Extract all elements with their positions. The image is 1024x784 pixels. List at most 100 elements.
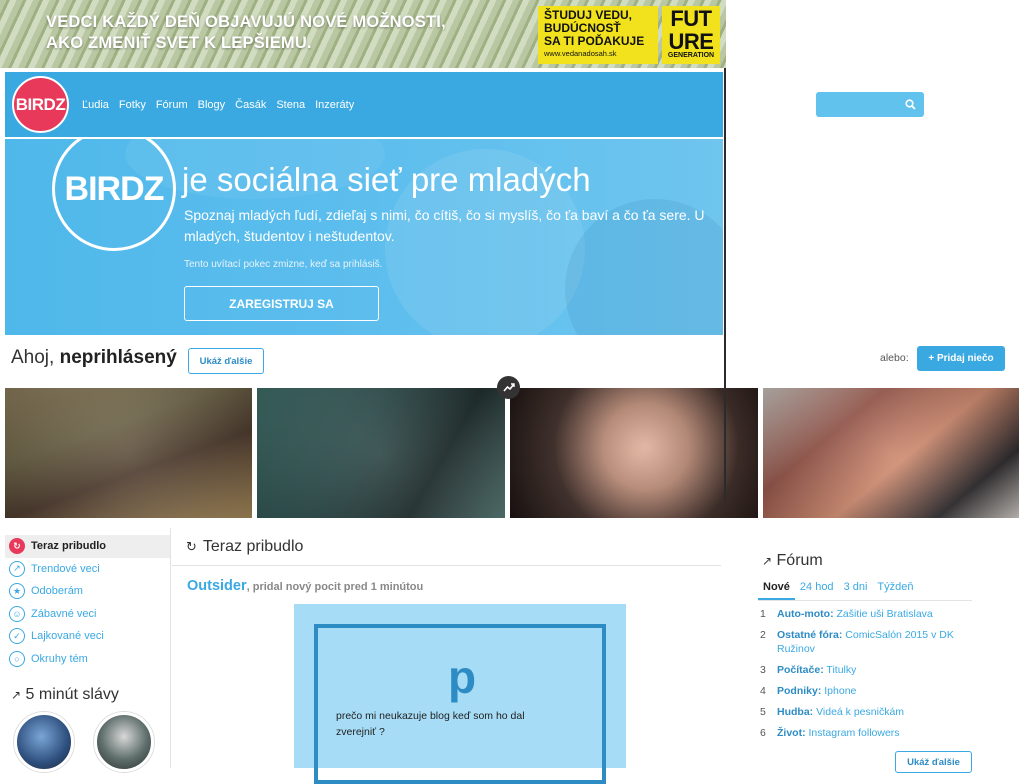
trending-icon (497, 376, 520, 399)
forum-topic-list: 1 Auto-moto: Zašitie uši Bratislava 2 Osta… (760, 607, 972, 747)
sidebar-item-label: Odoberám (31, 585, 83, 598)
ad-cta-box[interactable]: ŠTUDUJ VEDU, BUDÚCNOSŤ SA TI POĎAKUJE ww… (538, 6, 658, 64)
photo-thumbnail[interactable] (5, 388, 252, 518)
search-icon[interactable] (905, 99, 916, 110)
post-author-link[interactable]: Outsider (187, 578, 247, 594)
register-button[interactable]: ZAREGISTRUJ SA (184, 286, 379, 321)
photo-overlay (5, 388, 252, 518)
forum-topic[interactable]: 5 Hudba: Videá k pesničkám (760, 705, 972, 719)
forum-topic-title[interactable]: Instagram followers (809, 727, 900, 739)
sidebar-item-odoberam[interactable]: ★ Odoberám (5, 580, 171, 603)
avatar[interactable] (94, 712, 154, 772)
nav-fotky[interactable]: Fotky (119, 99, 146, 111)
sidebar-item-label: Teraz pribudlo (31, 540, 106, 553)
trending-icon: ↗ (9, 560, 25, 577)
circle-icon: ○ (9, 650, 25, 667)
forum-topic[interactable]: 2 Ostatné fóra: ComicSalón 2015 v DK Ruži… (760, 628, 972, 656)
future-logo-bottom: GENERATION (667, 52, 715, 59)
future-generation-logo[interactable]: FUT URE GENERATION (662, 6, 720, 64)
photo-thumbnail[interactable] (510, 388, 758, 518)
forum-topic[interactable]: 1 Auto-moto: Zašitie uši Bratislava (760, 607, 972, 621)
sidebar-item-label: Zábavné veci (31, 607, 97, 620)
forum-tabs: Nové 24 hod 3 dni Týždeň (758, 578, 972, 601)
forum-show-more-button[interactable]: Ukáž ďalšie (895, 751, 972, 773)
forum-topic-number: 6 (760, 727, 766, 739)
forum-topic-title[interactable]: Titulky (826, 664, 856, 676)
fame-title-text: 5 minút slávy (25, 686, 119, 703)
main-nav: Ľudia Fotky Fórum Blogy Časák Stena Inze… (82, 72, 354, 137)
birdz-logo[interactable]: BIRDZ (12, 76, 69, 133)
sidebar-item-teraz-pribudlo[interactable]: ↻ Teraz pribudlo (5, 535, 171, 558)
hero-note: Tento uvítací pokec zmizne, keď sa prihl… (184, 259, 383, 270)
show-more-photos-button[interactable]: Ukáž ďalšie (188, 348, 264, 374)
forum-topic-number: 3 (760, 664, 766, 676)
sidebar-item-label: Trendové veci (31, 562, 100, 575)
post-meta-text: , pridal nový pocit pred 1 minútou (246, 581, 424, 593)
ad-banner[interactable]: VEDCI KAŽDÝ DEŇ OBJAVUJÚ NOVÉ MOŽNOSTI, … (0, 0, 726, 68)
tab-24-hod[interactable]: 24 hod (795, 578, 839, 600)
forum-topic-category[interactable]: Život: (777, 727, 806, 739)
hero-title: je sociálna sieť pre mladých (182, 161, 591, 198)
nav-ludia[interactable]: Ľudia (82, 99, 109, 111)
photo-overlay (257, 388, 505, 518)
forum-topic-category[interactable]: Auto-moto: (777, 608, 834, 620)
add-something-button[interactable]: + Pridaj niečo (917, 346, 1005, 371)
forum-topic[interactable]: 4 Podniky: Iphone (760, 684, 972, 698)
forum-topic[interactable]: 3 Počítače: Titulky (760, 663, 972, 677)
nav-stena[interactable]: Stena (276, 99, 305, 111)
sidebar-divider (170, 528, 171, 768)
sidebar-item-okruhy[interactable]: ○ Okruhy tém (5, 648, 171, 671)
search-box[interactable] (816, 92, 924, 117)
smile-icon: ☺ (9, 605, 25, 622)
refresh-icon[interactable]: ↻ (186, 539, 197, 555)
forum-topic-number: 5 (760, 706, 766, 718)
tab-3-dni[interactable]: 3 dni (839, 578, 873, 600)
forum-topic-category[interactable]: Hudba: (777, 706, 813, 718)
forum-topic-category[interactable]: Ostatné fóra: (777, 629, 842, 641)
photo-thumbnail[interactable] (763, 388, 1019, 518)
forum-topic-category[interactable]: Podniky: (777, 685, 821, 697)
ad-url: www.vedanadosah.sk (544, 49, 617, 58)
avatar[interactable] (14, 712, 74, 772)
future-logo-mid: URE (668, 29, 714, 54)
post-card[interactable]: p prečo mi neukazuje blog keď som ho dal… (294, 604, 626, 784)
star-icon: ★ (9, 583, 25, 600)
top-navbar: BIRDZ Ľudia Fotky Fórum Blogy Časák Sten… (5, 72, 723, 137)
trending-icon: ↗ (762, 554, 773, 568)
hero-subtitle: Spoznaj mladých ľudí, zdieľaj s nimi, čo… (184, 207, 705, 244)
or-label: alebo: (880, 352, 909, 364)
tab-tyzden[interactable]: Týždeň (872, 578, 918, 600)
photo-overlay (763, 388, 1019, 518)
greeting-hello: Ahoj, (11, 347, 60, 368)
sidebar-item-trendove[interactable]: ↗ Trendové veci (5, 558, 171, 581)
post-meta: Outsider, pridal nový pocit pred 1 minút… (187, 578, 423, 594)
forum-topic-category[interactable]: Počítače: (777, 664, 824, 676)
photo-thumbnail[interactable] (257, 388, 505, 518)
forum-topic[interactable]: 6 Život: Instagram followers (760, 726, 972, 740)
forum-topic-title[interactable]: Videá k pesničkám (816, 706, 904, 718)
sidebar-item-lajkovane[interactable]: ✓ Lajkované veci (5, 625, 171, 648)
ad-headline: VEDCI KAŽDÝ DEŇ OBJAVUJÚ NOVÉ MOŽNOSTI, … (46, 12, 446, 54)
hero-birdz-logo: BIRDZ (52, 139, 176, 251)
feed-title: Teraz pribudlo (202, 538, 304, 555)
nav-blogy[interactable]: Blogy (198, 99, 226, 111)
nav-casak[interactable]: Časák (235, 99, 266, 111)
frame-divider (724, 68, 726, 502)
nav-forum[interactable]: Fórum (156, 99, 188, 111)
post-text: prečo mi neukazuje blog keď som ho dal z… (336, 710, 525, 738)
tab-nove[interactable]: Nové (758, 578, 795, 600)
ad-headline-line2: AKO ZMENIŤ SVET K LEPŠIEMU. (46, 34, 312, 52)
greeting-username: neprihlásený (59, 347, 177, 368)
post-card-frame: p prečo mi neukazuje blog keď som ho dal… (314, 624, 606, 784)
photo-strip (5, 388, 1019, 518)
sidebar-item-zabavne[interactable]: ☺ Zábavné veci (5, 603, 171, 626)
forum-widget-title: ↗ Fórum (762, 552, 823, 570)
post-type-letter: p (448, 651, 477, 703)
nav-inzeraty[interactable]: Inzeráty (315, 99, 354, 111)
forum-topic-title[interactable]: Iphone (824, 685, 856, 697)
search-input[interactable] (822, 96, 902, 113)
forum-topic-number: 1 (760, 608, 766, 620)
welcome-hero: BIRDZ je sociálna sieť pre mladých Spozn… (5, 139, 723, 335)
forum-topic-title[interactable]: Zašitie uši Bratislava (836, 608, 932, 620)
forum-title-text: Fórum (776, 552, 823, 569)
